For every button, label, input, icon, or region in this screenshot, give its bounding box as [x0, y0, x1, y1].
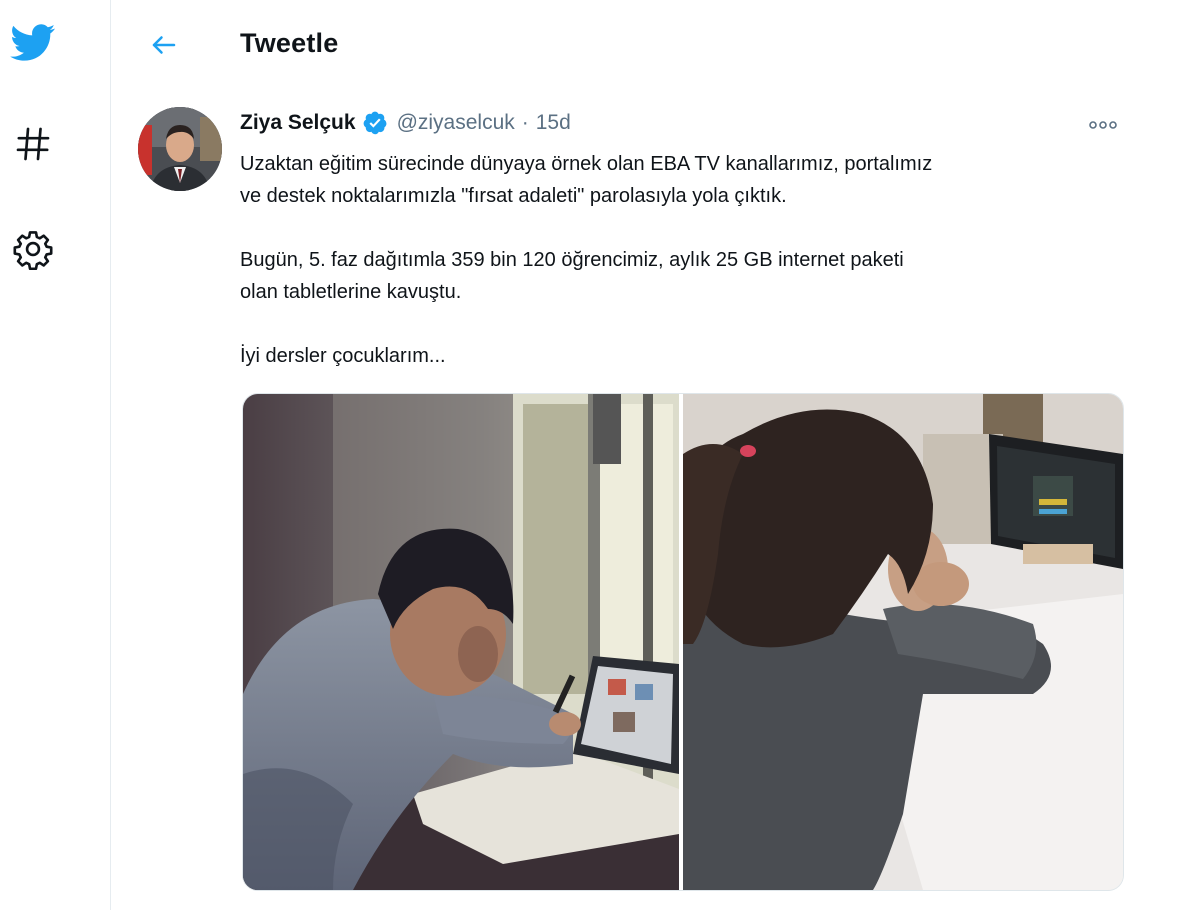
tweet-media [242, 393, 1124, 891]
avatar[interactable] [138, 107, 222, 191]
twitter-bird-icon[interactable] [10, 20, 56, 66]
gear-icon[interactable] [10, 226, 56, 272]
page-header: Tweetle [111, 0, 1200, 92]
tweet[interactable]: Ziya Selçuk @ziyaselcuk · 15d Uzaktan eğ… [111, 92, 1200, 910]
tweet-text-line: ve destek noktalarımızla "fırsat adaleti… [240, 185, 787, 207]
tweet-timestamp[interactable]: 15d [536, 111, 571, 135]
separator-dot: · [521, 111, 529, 134]
tweet-page: Tweetle Ziya Selçuk @ziyaselcuk · 15d Uz… [0, 0, 1200, 910]
page-title: Tweetle [240, 28, 339, 58]
tweet-text: Uzaktan eğitim sürecinde dünyaya örnek o… [240, 148, 1140, 372]
tweet-header: Ziya Selçuk @ziyaselcuk · 15d [240, 110, 571, 136]
author-handle[interactable]: @ziyaselcuk [397, 111, 515, 135]
back-button[interactable] [143, 24, 185, 66]
tweet-photo-1[interactable] [243, 394, 679, 890]
verified-badge-icon [362, 110, 388, 136]
more-horizontal-icon [1089, 121, 1117, 129]
left-nav [0, 0, 111, 910]
author-name[interactable]: Ziya Selçuk [240, 111, 356, 135]
tweet-photo-2[interactable] [683, 394, 1123, 890]
tweet-text-line: İyi dersler çocuklarım... [240, 345, 446, 367]
arrow-left-icon [152, 36, 176, 54]
tweet-text-line: olan tabletlerine kavuştu. [240, 281, 462, 303]
more-options-button[interactable] [1085, 112, 1121, 138]
hashtag-icon[interactable] [10, 121, 56, 167]
tweet-text-line: Uzaktan eğitim sürecinde dünyaya örnek o… [240, 153, 933, 175]
tweet-text-line: Bugün, 5. faz dağıtımla 359 bin 120 öğre… [240, 249, 904, 271]
